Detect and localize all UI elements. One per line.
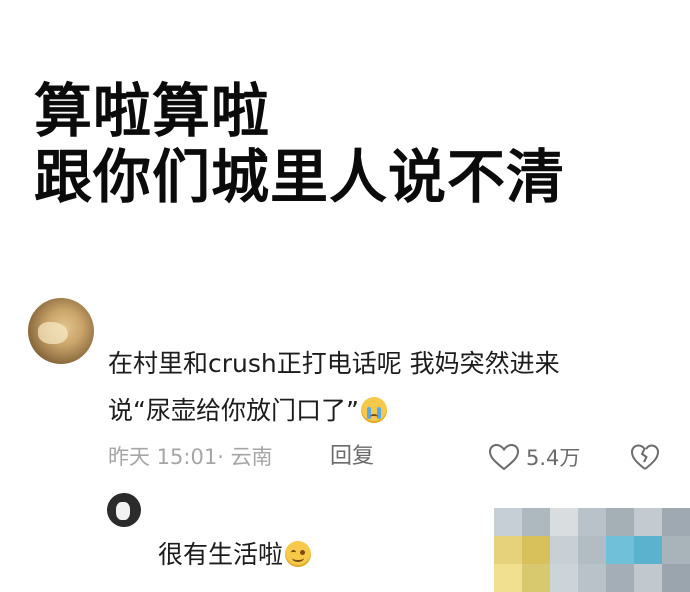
mosaic-tile	[606, 536, 634, 564]
mosaic-tile	[662, 508, 690, 536]
comment-location: 云南	[230, 445, 273, 469]
reply-body: 很有生活啦	[158, 535, 312, 575]
like-button[interactable]: 5.4万	[488, 440, 580, 474]
meta-separator: ·	[217, 445, 231, 469]
comment-meta: 昨天 15:01· 云南	[108, 440, 273, 474]
mosaic-tile	[494, 508, 522, 536]
crying-emoji-icon	[360, 397, 387, 423]
mosaic-tile	[522, 564, 550, 592]
mosaic-tile	[578, 536, 606, 564]
headline-line-2: 跟你们城里人说不清	[34, 143, 566, 211]
mosaic-tile	[634, 564, 662, 592]
mosaic-tile	[634, 508, 662, 536]
mosaic-tile	[522, 536, 550, 564]
pixelated-image	[494, 508, 690, 592]
broken-heart-icon[interactable]	[630, 443, 660, 471]
comment-text-line-2: 说“尿壶给你放门口了”	[108, 396, 359, 425]
comment-text-line-2-wrap: 说“尿壶给你放门口了”	[108, 387, 668, 434]
mosaic-tile	[662, 564, 690, 592]
mosaic-tile	[634, 536, 662, 564]
like-count: 5.4万	[526, 446, 581, 470]
mosaic-tile	[550, 564, 578, 592]
reply-button[interactable]: 回复	[330, 440, 374, 474]
mosaic-tile	[550, 508, 578, 536]
headline-line-1: 算啦算啦	[34, 77, 271, 145]
reply-text: 很有生活啦	[158, 540, 284, 569]
mosaic-tile	[494, 564, 522, 592]
headline: 算啦算啦 跟你们城里人说不清	[34, 78, 565, 210]
comment-time: 昨天 15:01	[108, 445, 218, 469]
mosaic-tile	[606, 508, 634, 536]
mosaic-tile	[578, 564, 606, 592]
mosaic-tile	[606, 564, 634, 592]
comment-text-line-1: 在村里和crush正打电话呢 我妈突然进来	[108, 349, 560, 378]
mosaic-tile	[550, 536, 578, 564]
reply-avatar[interactable]	[107, 493, 141, 527]
mosaic-tile	[578, 508, 606, 536]
commenter-avatar[interactable]	[28, 298, 94, 364]
heart-icon	[488, 443, 520, 471]
mosaic-tile	[522, 508, 550, 536]
mosaic-tile	[494, 536, 522, 564]
mosaic-tile	[662, 536, 690, 564]
comment-body: 在村里和crush正打电话呢 我妈突然进来 说“尿壶给你放门口了”	[108, 340, 668, 434]
smile-emoji-icon	[285, 541, 312, 567]
